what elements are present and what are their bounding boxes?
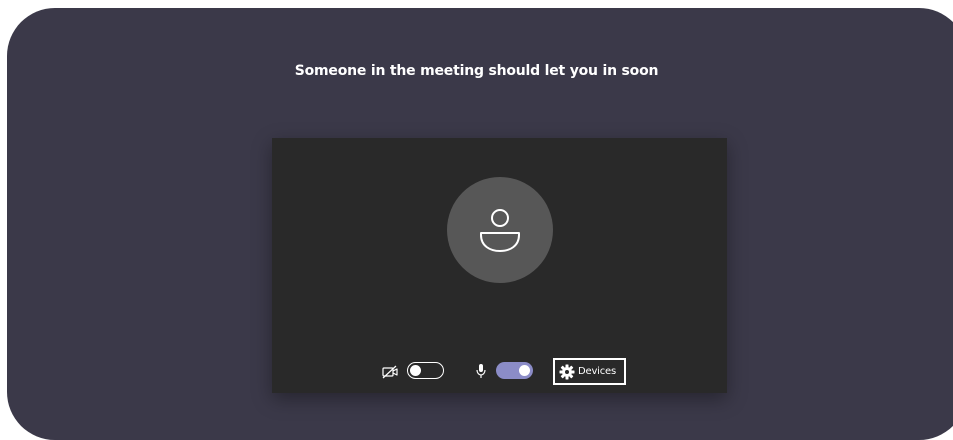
microphone-toggle-knob xyxy=(519,365,530,376)
avatar xyxy=(447,177,553,283)
devices-button[interactable]: Devices xyxy=(553,358,626,385)
gear-icon xyxy=(559,364,575,384)
camera-toggle-knob xyxy=(410,364,421,376)
microphone-toggle[interactable] xyxy=(496,362,533,379)
video-preview: Devices xyxy=(272,138,727,393)
microphone-icon xyxy=(475,363,487,383)
devices-label: Devices xyxy=(578,366,617,377)
lobby-message: Someone in the meeting should let you in… xyxy=(294,63,659,79)
camera-off-icon xyxy=(382,364,400,383)
preview-controls: Devices xyxy=(272,358,727,386)
person-icon xyxy=(480,209,520,252)
camera-toggle[interactable] xyxy=(407,362,444,379)
